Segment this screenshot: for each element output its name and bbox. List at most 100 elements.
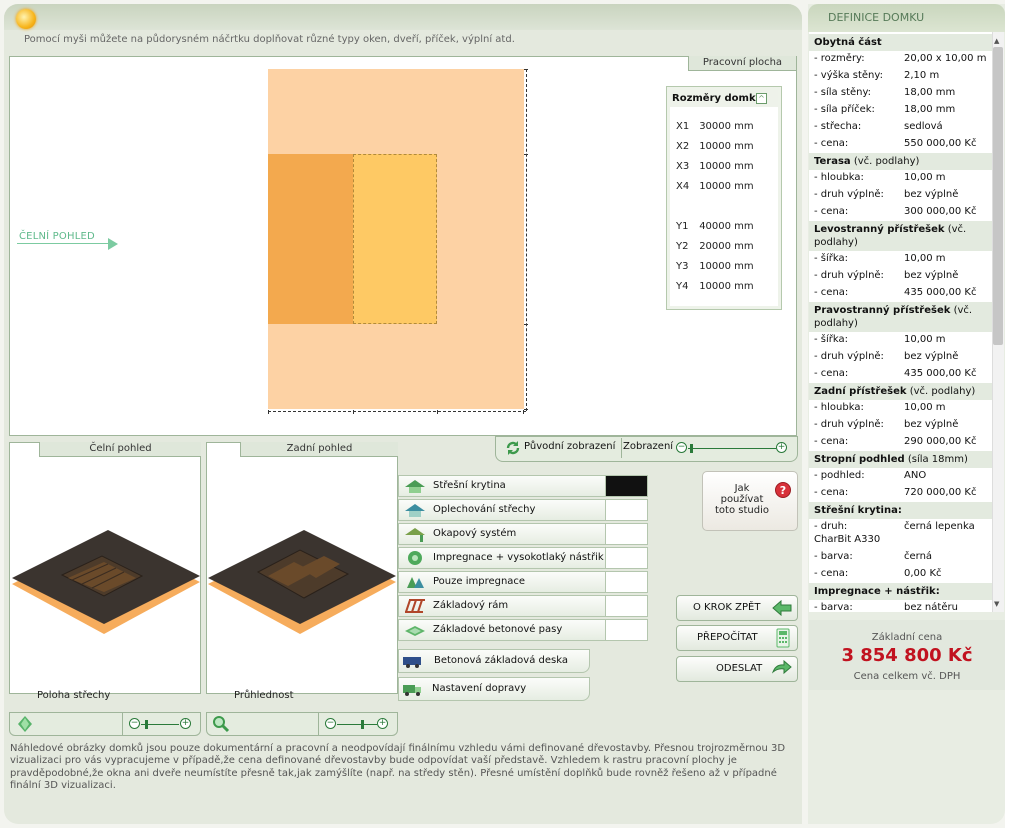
app-window: Pomocí myši můžete na půdorysném náčrtku… bbox=[0, 0, 1009, 828]
zoom-in-icon[interactable]: + bbox=[776, 442, 787, 453]
definition-row: - výška stěny: 2,10 m bbox=[809, 68, 992, 85]
definition-value: černá lepenka bbox=[904, 521, 975, 532]
definition-section-header: Terasa (vč. podlahy) bbox=[809, 153, 992, 170]
option-label: Betonová základová deska bbox=[434, 655, 568, 666]
toolbar-divider bbox=[621, 438, 622, 458]
transparency-slider-minus-icon[interactable]: − bbox=[325, 718, 336, 729]
definition-key: - cena: bbox=[814, 287, 849, 298]
magnifier-icon[interactable] bbox=[212, 715, 230, 733]
spray-icon bbox=[404, 550, 426, 566]
zoom-slider-track[interactable] bbox=[688, 448, 776, 449]
collapse-icon[interactable]: ^ bbox=[756, 93, 767, 104]
transparency-slider-knob[interactable] bbox=[361, 720, 364, 729]
dimension-row: X1 30000 mm bbox=[676, 121, 754, 132]
option-swatch[interactable] bbox=[605, 596, 647, 616]
scroll-down-icon[interactable]: ▼ bbox=[994, 600, 999, 608]
dimension-row: Y2 20000 mm bbox=[676, 241, 754, 252]
top-bar bbox=[4, 4, 802, 30]
definition-list[interactable]: Obytná část - rozměry: 20,00 x 10,00 m - vý… bbox=[809, 32, 992, 612]
definition-value: 435 000,00 Kč bbox=[904, 287, 977, 298]
definition-row: - cena: 0,00 Kč bbox=[809, 566, 992, 583]
definition-value: bez výplně bbox=[904, 189, 959, 200]
definition-row: - druh výplně: bez výplně bbox=[809, 417, 992, 434]
definition-row: - druh výplně: bez výplně bbox=[809, 268, 992, 285]
definition-value: 10,00 m bbox=[904, 172, 946, 183]
help-label-line: používat bbox=[720, 494, 764, 505]
zoom-label: Zobrazení bbox=[623, 441, 674, 452]
dimension-tick bbox=[437, 410, 438, 414]
transport-icon bbox=[402, 681, 424, 697]
zoom-slider-knob[interactable] bbox=[690, 444, 693, 453]
transparency-slider-plus-icon[interactable]: + bbox=[377, 718, 388, 729]
hint-text: Pomocí myši můžete na půdorysném náčrtku… bbox=[24, 34, 515, 45]
section-name: Terasa bbox=[814, 156, 851, 167]
floor-plan-living-area[interactable] bbox=[353, 154, 437, 324]
definition-section-header: Zadní přístřešek (vč. podlahy) bbox=[809, 383, 992, 400]
definition-value: 720 000,00 Kč bbox=[904, 487, 977, 498]
refresh-icon[interactable] bbox=[505, 440, 521, 456]
option-roof-covering-swatch[interactable] bbox=[605, 476, 647, 496]
definition-key: - druh výplně: bbox=[814, 351, 884, 362]
scrollbar-thumb[interactable] bbox=[993, 47, 1003, 345]
section-note: (síla 18mm) bbox=[904, 454, 968, 465]
controls-divider bbox=[122, 712, 123, 736]
definition-value: CharBit A330 bbox=[814, 534, 881, 545]
option-swatch[interactable] bbox=[605, 572, 647, 592]
roof-slider-knob[interactable] bbox=[145, 720, 148, 729]
roof-slider-plus-icon[interactable]: + bbox=[180, 718, 191, 729]
option-swatch[interactable] bbox=[605, 548, 647, 568]
front-preview-house-image bbox=[12, 520, 200, 650]
roof-slider-minus-icon[interactable]: − bbox=[129, 718, 140, 729]
dimension-row: X3 10000 mm bbox=[676, 161, 754, 172]
question-icon: ? bbox=[775, 482, 791, 498]
definition-value: ANO bbox=[904, 470, 927, 481]
definition-row: - barva: černá bbox=[809, 549, 992, 566]
definition-row: - síla stěny: 18,00 mm bbox=[809, 85, 992, 102]
definition-key: - druh výplně: bbox=[814, 189, 884, 200]
definition-row: - šířka: 10,00 m bbox=[809, 251, 992, 268]
floor-plan-left-shelter[interactable] bbox=[268, 154, 354, 324]
definition-key: - síla stěny: bbox=[814, 87, 872, 98]
concrete-strip-icon bbox=[404, 622, 426, 638]
controls-divider bbox=[318, 712, 319, 736]
definition-key: - výška stěny: bbox=[814, 70, 883, 81]
definition-key: - šířka: bbox=[814, 253, 848, 264]
definition-row: - hloubka: 10,00 m bbox=[809, 170, 992, 187]
definition-row: - síla příček: 18,00 mm bbox=[809, 102, 992, 119]
section-name: Pravostranný přístřešek bbox=[814, 305, 951, 316]
dimensions-panel bbox=[666, 86, 782, 310]
transparency-slider-track[interactable] bbox=[337, 724, 377, 725]
calculator-icon bbox=[776, 628, 790, 648]
front-view-arrow-line bbox=[17, 243, 109, 244]
definition-row: - rozměry: 20,00 x 10,00 m bbox=[809, 51, 992, 68]
roof-position-icon[interactable] bbox=[16, 715, 34, 733]
option-swatch[interactable] bbox=[605, 524, 647, 544]
definition-key: - rozměry: bbox=[814, 53, 865, 64]
scroll-up-icon[interactable]: ▲ bbox=[994, 37, 999, 45]
definition-section-title: Stropní podhled (síla 18mm) bbox=[814, 453, 989, 466]
zoom-out-icon[interactable]: − bbox=[676, 442, 687, 453]
definition-row: - šířka: 10,00 m bbox=[809, 332, 992, 349]
definition-row: - barva: bez nátěru bbox=[809, 600, 992, 612]
dimension-row: Y1 40000 mm bbox=[676, 221, 754, 232]
section-name: Obytná část bbox=[814, 37, 882, 48]
definition-key: - druh výplně: bbox=[814, 419, 884, 430]
definition-value: 10,00 m bbox=[904, 402, 946, 413]
definition-section-header: Obytná část bbox=[809, 34, 992, 51]
definition-section-title: Pravostranný přístřešek (vč. podlahy) bbox=[814, 304, 989, 330]
definition-key: - barva: bbox=[814, 602, 853, 612]
dimension-tick bbox=[524, 69, 528, 70]
definition-value: 2,10 m bbox=[904, 70, 940, 81]
definition-row: - hloubka: 10,00 m bbox=[809, 400, 992, 417]
front-preview-caption: Poloha střechy bbox=[37, 690, 111, 701]
option-label: Impregnace + vysokotlaký nástřik bbox=[433, 552, 604, 563]
price-label: Základní cena bbox=[871, 632, 943, 643]
definition-section-title: Terasa (vč. podlahy) bbox=[814, 155, 989, 168]
definition-row: - cena: 550 000,00 Kč bbox=[809, 136, 992, 153]
option-swatch[interactable] bbox=[605, 620, 647, 640]
option-swatch[interactable] bbox=[605, 500, 647, 520]
original-view-button[interactable]: Původní zobrazení bbox=[524, 441, 615, 452]
definition-row: - podhled: ANO bbox=[809, 468, 992, 485]
dimension-tick bbox=[524, 154, 528, 155]
concrete-slab-icon bbox=[402, 653, 424, 669]
